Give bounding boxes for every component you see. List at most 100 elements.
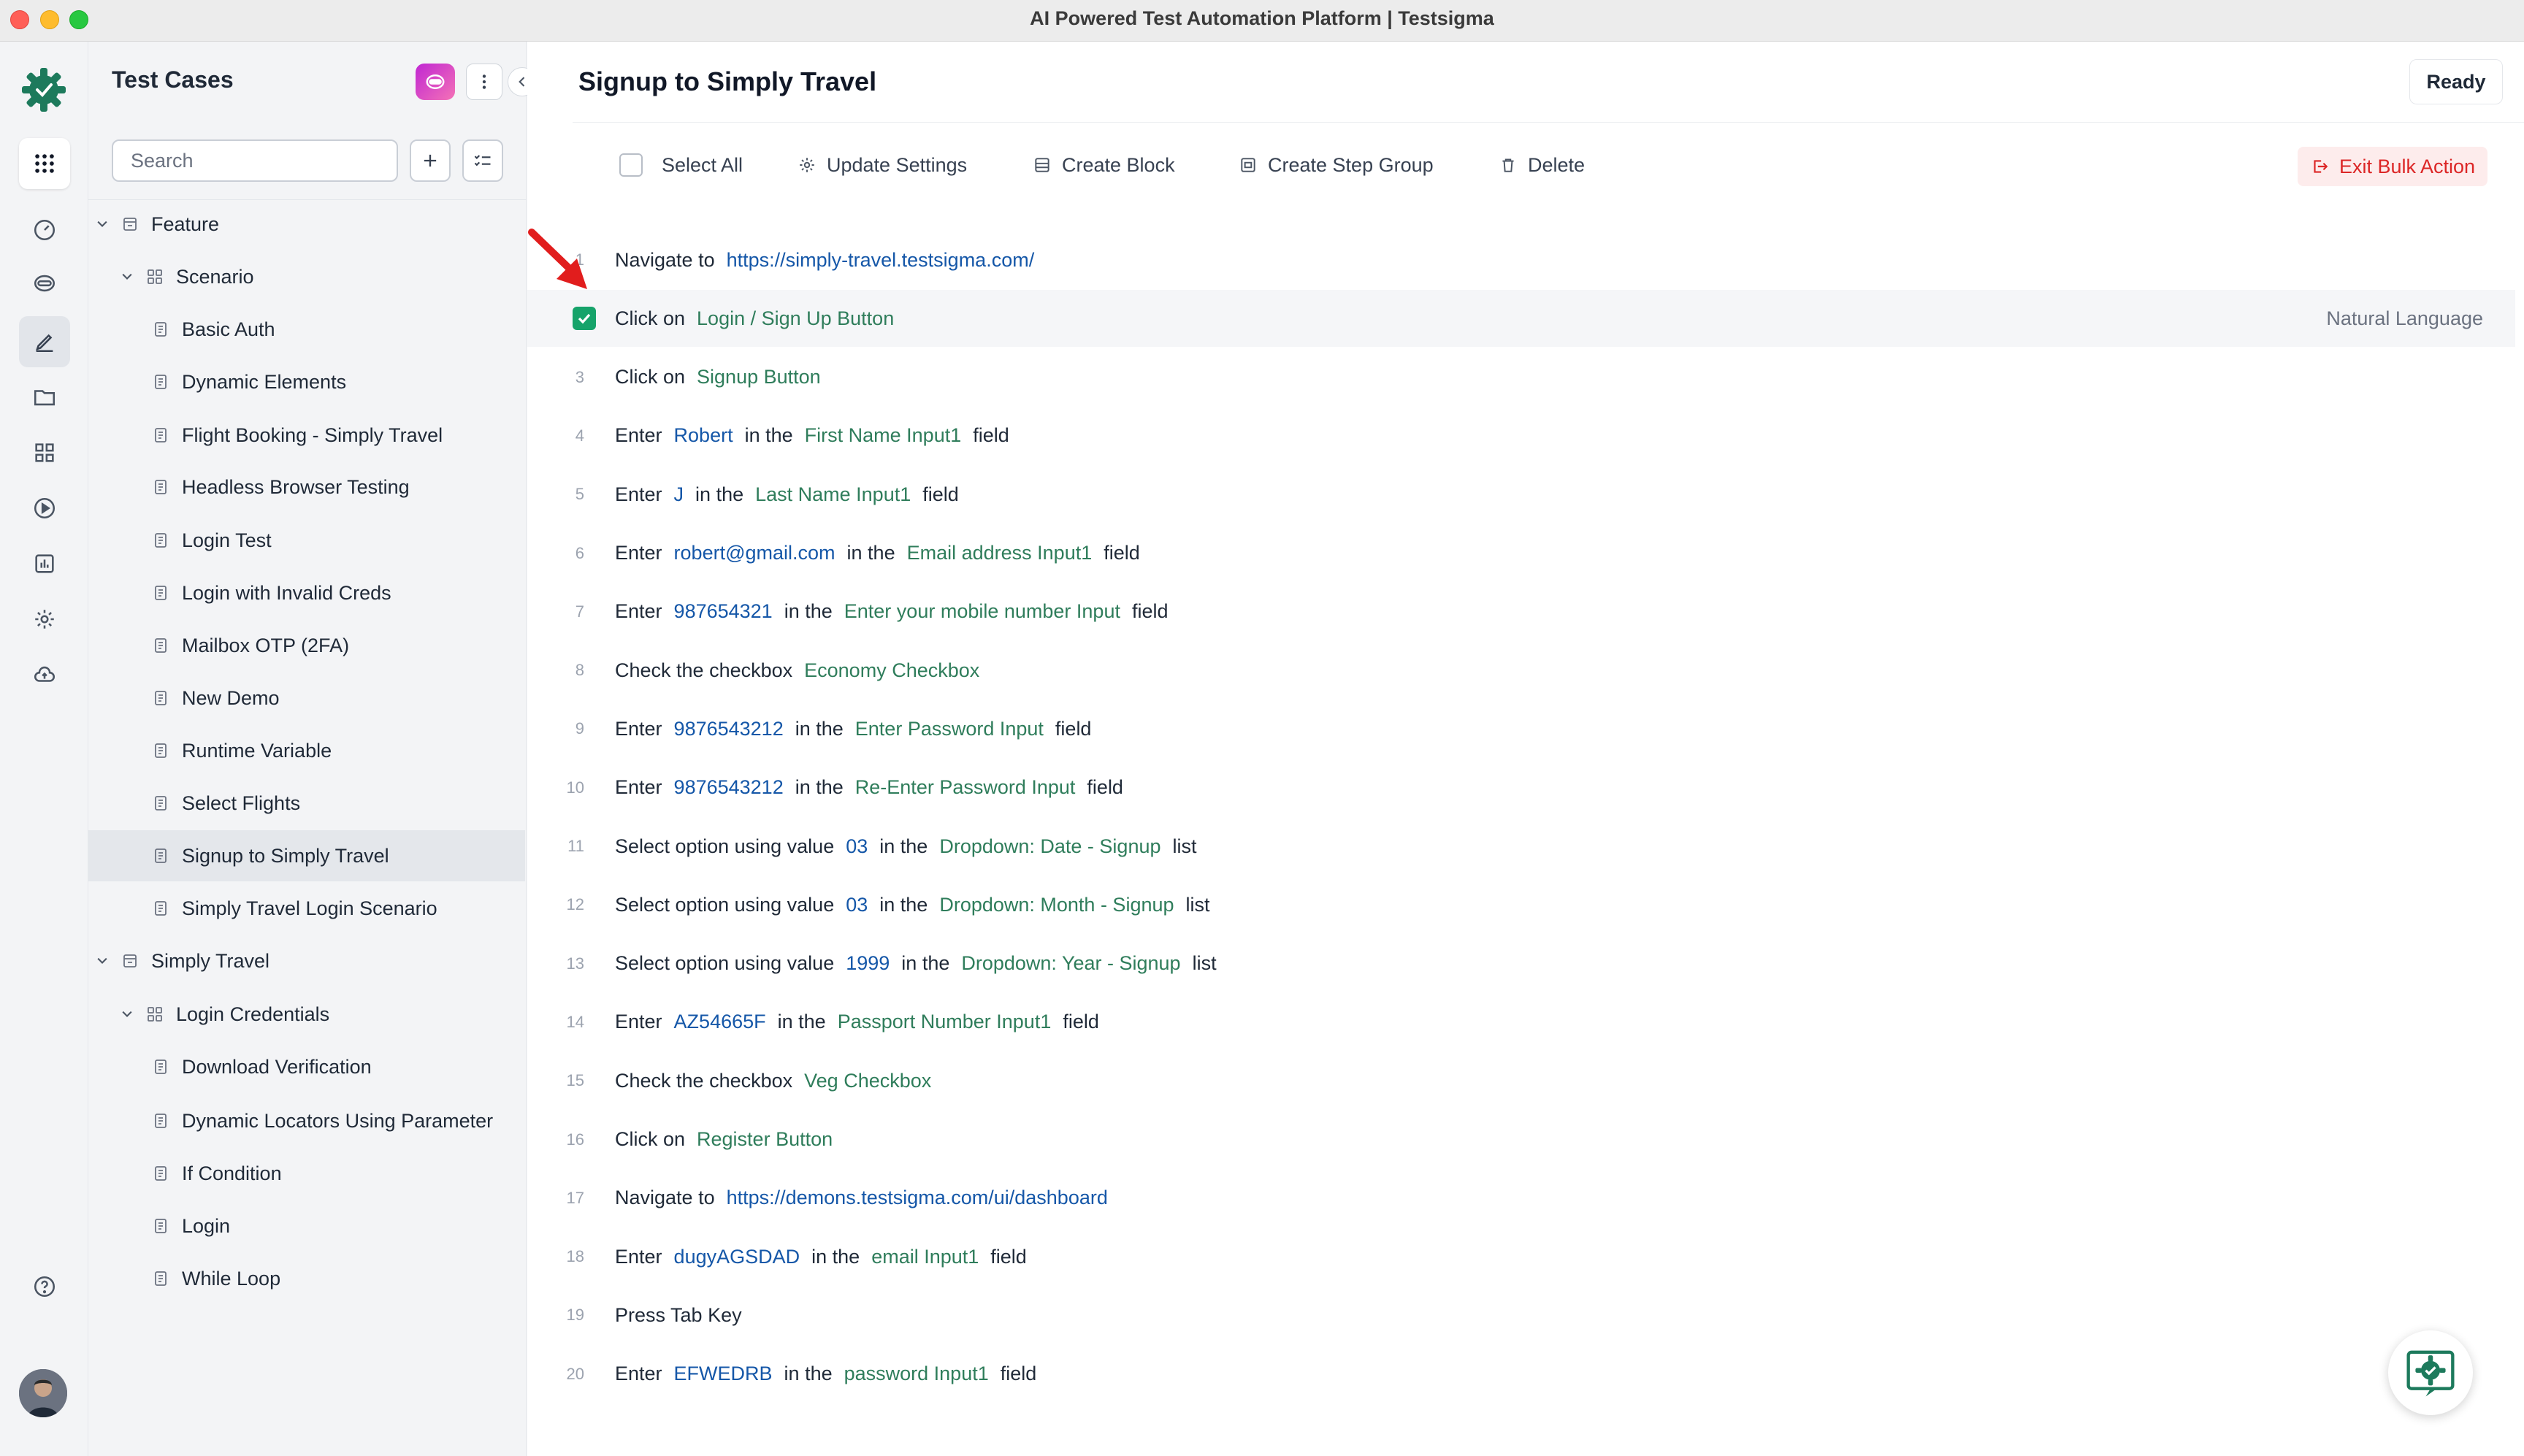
step-element[interactable]: Dropdown: Month - Signup <box>939 894 1174 916</box>
step-element[interactable]: Enter your mobile number Input <box>844 600 1120 623</box>
step-test-data[interactable]: https://demons.testsigma.com/ui/dashboar… <box>727 1187 1108 1209</box>
test-data-folder-icon[interactable] <box>19 372 70 423</box>
tree-item-case[interactable]: Basic Auth <box>88 304 527 355</box>
tree-item-case[interactable]: New Demo <box>88 673 527 724</box>
test-step-row[interactable]: 3 Click on Signup Button <box>527 349 2515 406</box>
reports-chart-icon[interactable] <box>19 538 70 589</box>
tree-item-case[interactable]: Dynamic Locators Using Parameter <box>88 1095 527 1146</box>
ai-copilot-button[interactable] <box>416 64 455 100</box>
exit-bulk-action-button[interactable]: Exit Bulk Action <box>2298 147 2487 186</box>
step-element[interactable]: First Name Input1 <box>805 424 962 447</box>
tree-item-feature[interactable]: Simply Travel <box>88 935 527 986</box>
run-play-icon[interactable] <box>19 483 70 534</box>
tree-item-case[interactable]: Download Verification <box>88 1041 527 1092</box>
step-element[interactable]: Passport Number Input1 <box>838 1011 1052 1033</box>
step-element[interactable]: Last Name Input1 <box>755 483 911 506</box>
dashboard-gauge-icon[interactable] <box>19 204 70 256</box>
step-element[interactable]: Enter Password Input <box>855 718 1044 740</box>
update-settings-button[interactable]: Update Settings <box>798 145 967 185</box>
test-step-row[interactable]: 13 Select option using value 1999 in the Dro… <box>527 935 2515 992</box>
step-element[interactable]: password Input1 <box>844 1363 989 1385</box>
test-step-row[interactable]: 11 Select option using value 03 in the Dropd… <box>527 818 2515 875</box>
help-icon[interactable] <box>19 1261 70 1312</box>
step-element[interactable]: email Input1 <box>871 1246 979 1268</box>
step-element[interactable]: Register Button <box>697 1128 833 1151</box>
natural-language-tag[interactable]: Natural Language <box>2326 307 2483 330</box>
test-step-row[interactable]: 16 Click on Register Button <box>527 1111 2515 1168</box>
step-test-data[interactable]: dugyAGSDAD <box>674 1246 800 1268</box>
step-test-data[interactable]: Robert <box>674 424 733 447</box>
test-step-row[interactable]: 17 Navigate to https://demons.testsigma.co… <box>527 1170 2515 1227</box>
step-element[interactable]: Re-Enter Password Input <box>855 776 1076 799</box>
step-test-data[interactable]: EFWEDRB <box>674 1363 773 1385</box>
chevron-down-icon[interactable] <box>119 1006 135 1022</box>
step-element[interactable]: Email address Input1 <box>907 542 1093 564</box>
tree-item-case[interactable]: Select Flights <box>88 778 527 829</box>
test-development-icon[interactable] <box>19 258 70 309</box>
step-element[interactable]: Signup Button <box>697 366 821 388</box>
step-test-data[interactable]: 9876543212 <box>674 718 784 740</box>
test-step-row[interactable]: 10 Enter 9876543212 in the Re-Enter Password… <box>527 759 2515 816</box>
tree-item-case[interactable]: Flight Booking - Simply Travel <box>88 410 527 461</box>
step-checkbox-checked[interactable] <box>573 307 596 331</box>
step-element[interactable]: Economy Checkbox <box>804 659 979 682</box>
test-step-row[interactable]: 18 Enter dugyAGSDAD in the email Input1 field <box>527 1228 2515 1285</box>
step-element[interactable]: Login / Sign Up Button <box>697 307 894 330</box>
step-test-data[interactable]: 03 <box>846 835 868 858</box>
tree-item-scenario[interactable]: Scenario <box>88 251 527 302</box>
step-element[interactable]: Dropdown: Year - Signup <box>961 952 1180 975</box>
ready-status-button[interactable]: Ready <box>2409 59 2503 104</box>
delete-button[interactable]: Delete <box>1499 145 1585 185</box>
step-test-data[interactable]: robert@gmail.com <box>674 542 835 564</box>
apps-grid-icon[interactable] <box>19 138 70 189</box>
test-step-row[interactable]: 9 Enter 9876543212 in the Enter Password Inp… <box>527 700 2515 757</box>
chevron-down-icon[interactable] <box>94 216 110 232</box>
step-element[interactable]: Dropdown: Date - Signup <box>939 835 1160 858</box>
tree-item-scenario[interactable]: Login Credentials <box>88 989 527 1040</box>
step-test-data[interactable]: J <box>674 483 684 506</box>
tree-item-case[interactable]: Dynamic Elements <box>88 356 527 407</box>
test-step-row[interactable]: 7 Enter 987654321 in the Enter your mobile n… <box>527 583 2515 640</box>
testsigma-logo-icon[interactable] <box>18 64 70 116</box>
search-input[interactable] <box>112 139 398 182</box>
support-chat-icon[interactable] <box>2388 1330 2473 1415</box>
test-step-row[interactable]: 20 Enter EFWEDRB in the password Input1 field <box>527 1346 2515 1403</box>
elements-blocks-icon[interactable] <box>19 427 70 478</box>
step-element[interactable]: Veg Checkbox <box>804 1070 931 1092</box>
test-step-row[interactable]: 14 Enter AZ54665F in the Passport Number Inp… <box>527 994 2515 1051</box>
tree-item-feature[interactable]: Feature <box>88 199 527 250</box>
chevron-down-icon[interactable] <box>94 953 110 969</box>
tree-item-case[interactable]: While Loop <box>88 1253 527 1304</box>
add-test-case-button[interactable] <box>410 139 451 182</box>
bulk-select-list-icon[interactable] <box>462 139 503 182</box>
step-test-data[interactable]: https://simply-travel.testsigma.com/ <box>727 249 1035 272</box>
tree-item-case[interactable]: Simply Travel Login Scenario <box>88 883 527 934</box>
test-step-row[interactable]: 4 Enter Robert in the First Name Input1 field <box>527 407 2515 464</box>
tree-item-case[interactable]: Runtime Variable <box>88 725 527 776</box>
create-block-button[interactable]: Create Block <box>1033 145 1175 185</box>
tree-item-case[interactable]: Login <box>88 1200 527 1252</box>
settings-gear-icon[interactable] <box>19 594 70 645</box>
tree-item-case[interactable]: Mailbox OTP (2FA) <box>88 620 527 671</box>
tree-item-case[interactable]: If Condition <box>88 1148 527 1199</box>
tree-item-case[interactable]: Login Test <box>88 515 527 566</box>
chevron-down-icon[interactable] <box>119 269 135 285</box>
create-step-group-button[interactable]: Create Step Group <box>1239 145 1434 185</box>
tree-item-case[interactable]: Login with Invalid Creds <box>88 567 527 618</box>
test-step-row[interactable]: 6 Enter robert@gmail.com in the Email addres… <box>527 525 2515 582</box>
step-test-data[interactable]: 03 <box>846 894 868 916</box>
step-test-data[interactable]: 1999 <box>846 952 890 975</box>
test-step-row[interactable]: 1 Navigate to https://simply-travel.testsi… <box>527 231 2515 288</box>
test-step-row[interactable]: 2Click onLogin / Sign Up ButtonNatural L… <box>527 290 2515 348</box>
test-step-row[interactable]: 8 Check the checkbox Economy Checkbox <box>527 642 2515 699</box>
test-step-row[interactable]: 5 Enter Jin the Last Name Input1 field <box>527 466 2515 523</box>
step-test-data[interactable]: AZ54665F <box>674 1011 766 1033</box>
select-all-checkbox[interactable]: Select All <box>619 145 743 185</box>
tree-item-case[interactable]: Headless Browser Testing <box>88 461 527 513</box>
test-step-row[interactable]: 19 Press Tab Key <box>527 1287 2515 1344</box>
cloud-upload-icon[interactable] <box>19 649 70 700</box>
more-options-icon[interactable] <box>466 64 502 100</box>
test-step-row[interactable]: 15 Check the checkbox Veg Checkbox <box>527 1052 2515 1109</box>
checkbox-box[interactable] <box>619 153 643 177</box>
step-test-data[interactable]: 9876543212 <box>674 776 784 799</box>
